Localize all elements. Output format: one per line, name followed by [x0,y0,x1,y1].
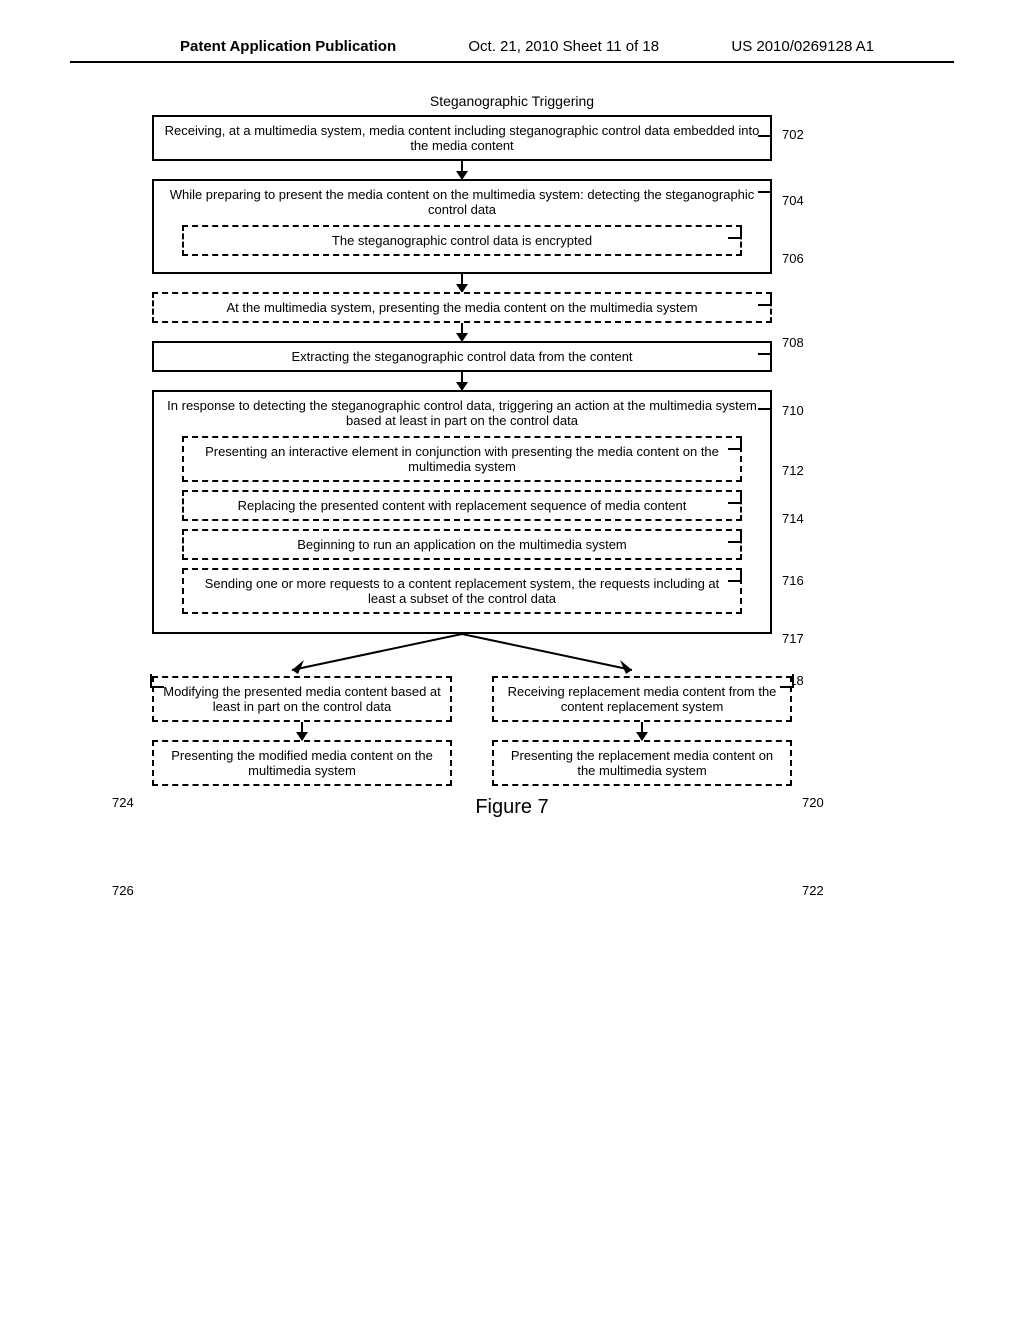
leader-hook-icon [728,490,742,504]
leader-hook-icon [780,674,794,688]
header-mid: Oct. 21, 2010 Sheet 11 of 18 [468,38,659,55]
step-text: Receiving replacement media content from… [508,684,777,714]
ref-702: 702 [782,127,804,142]
arrow-down-icon [641,722,643,740]
header-left: Patent Application Publication [180,38,396,55]
step-text: While preparing to present the media con… [170,187,755,217]
step-722: Presenting the replacement media content… [492,740,792,786]
step-724: Modifying the presented media content ba… [152,676,452,722]
step-702: Receiving, at a multimedia system, media… [152,115,772,161]
ref-724: 724 [112,795,134,810]
ref-706: 706 [782,251,804,266]
ref-726: 726 [112,883,134,898]
arrow-down-icon [461,323,463,341]
step-714: Presenting an interactive element in con… [182,436,742,482]
step-text: Extracting the steganographic control da… [291,349,632,364]
branch-connector [152,634,772,676]
ref-716: 716 [782,573,804,588]
ref-708: 708 [782,335,804,350]
step-717: Beginning to run an application on the m… [182,529,742,560]
step-710: Extracting the steganographic control da… [152,341,772,372]
ref-704: 704 [782,193,804,208]
ref-712: 712 [782,463,804,478]
arrow-down-icon [461,161,463,179]
arrow-down-icon [461,372,463,390]
step-text: Beginning to run an application on the m… [297,537,627,552]
diagram-title: Steganographic Triggering [102,93,922,115]
step-706: The steganographic control data is encry… [182,225,742,256]
step-text: Presenting the modified media content on… [171,748,433,778]
step-text: Replacing the presented content with rep… [238,498,687,513]
figure-caption: Figure 7 [102,796,922,819]
step-704: While preparing to present the media con… [152,179,772,274]
step-720: Receiving replacement media content from… [492,676,792,722]
step-text: Modifying the presented media content ba… [163,684,441,714]
leader-hook-icon [758,292,772,306]
step-712: In response to detecting the steganograp… [152,390,772,634]
step-text: Presenting an interactive element in con… [205,444,719,474]
ref-710: 710 [782,403,804,418]
step-716: Replacing the presented content with rep… [182,490,742,521]
leader-hook-icon [758,123,772,137]
step-text: In response to detecting the steganograp… [167,398,757,428]
ref-722: 722 [802,883,824,898]
leader-hook-icon [728,529,742,543]
step-text: Presenting the replacement media content… [511,748,773,778]
ref-717: 717 [782,631,804,646]
step-text: The steganographic control data is encry… [332,233,592,248]
leader-hook-icon [758,396,772,410]
flowchart: Steganographic Triggering Receiving, at … [102,93,922,819]
step-718: Sending one or more requests to a conten… [182,568,742,614]
arrow-down-icon [301,722,303,740]
leader-hook-icon [758,341,772,355]
step-708: At the multimedia system, presenting the… [152,292,772,323]
page-header: Patent Application Publication Oct. 21, … [70,0,954,63]
leader-hook-icon [758,179,772,193]
leader-hook-icon [728,568,742,582]
ref-714: 714 [782,511,804,526]
ref-720: 720 [802,795,824,810]
step-text: Sending one or more requests to a conten… [205,576,720,606]
arrow-down-icon [461,274,463,292]
step-text: Receiving, at a multimedia system, media… [165,123,760,153]
leader-hook-icon [728,436,742,450]
branch-row: Modifying the presented media content ba… [152,676,792,786]
header-right: US 2010/0269128 A1 [731,38,874,55]
leader-hook-icon [150,674,164,688]
step-726: Presenting the modified media content on… [152,740,452,786]
leader-hook-icon [728,225,742,239]
step-text: At the multimedia system, presenting the… [226,300,697,315]
